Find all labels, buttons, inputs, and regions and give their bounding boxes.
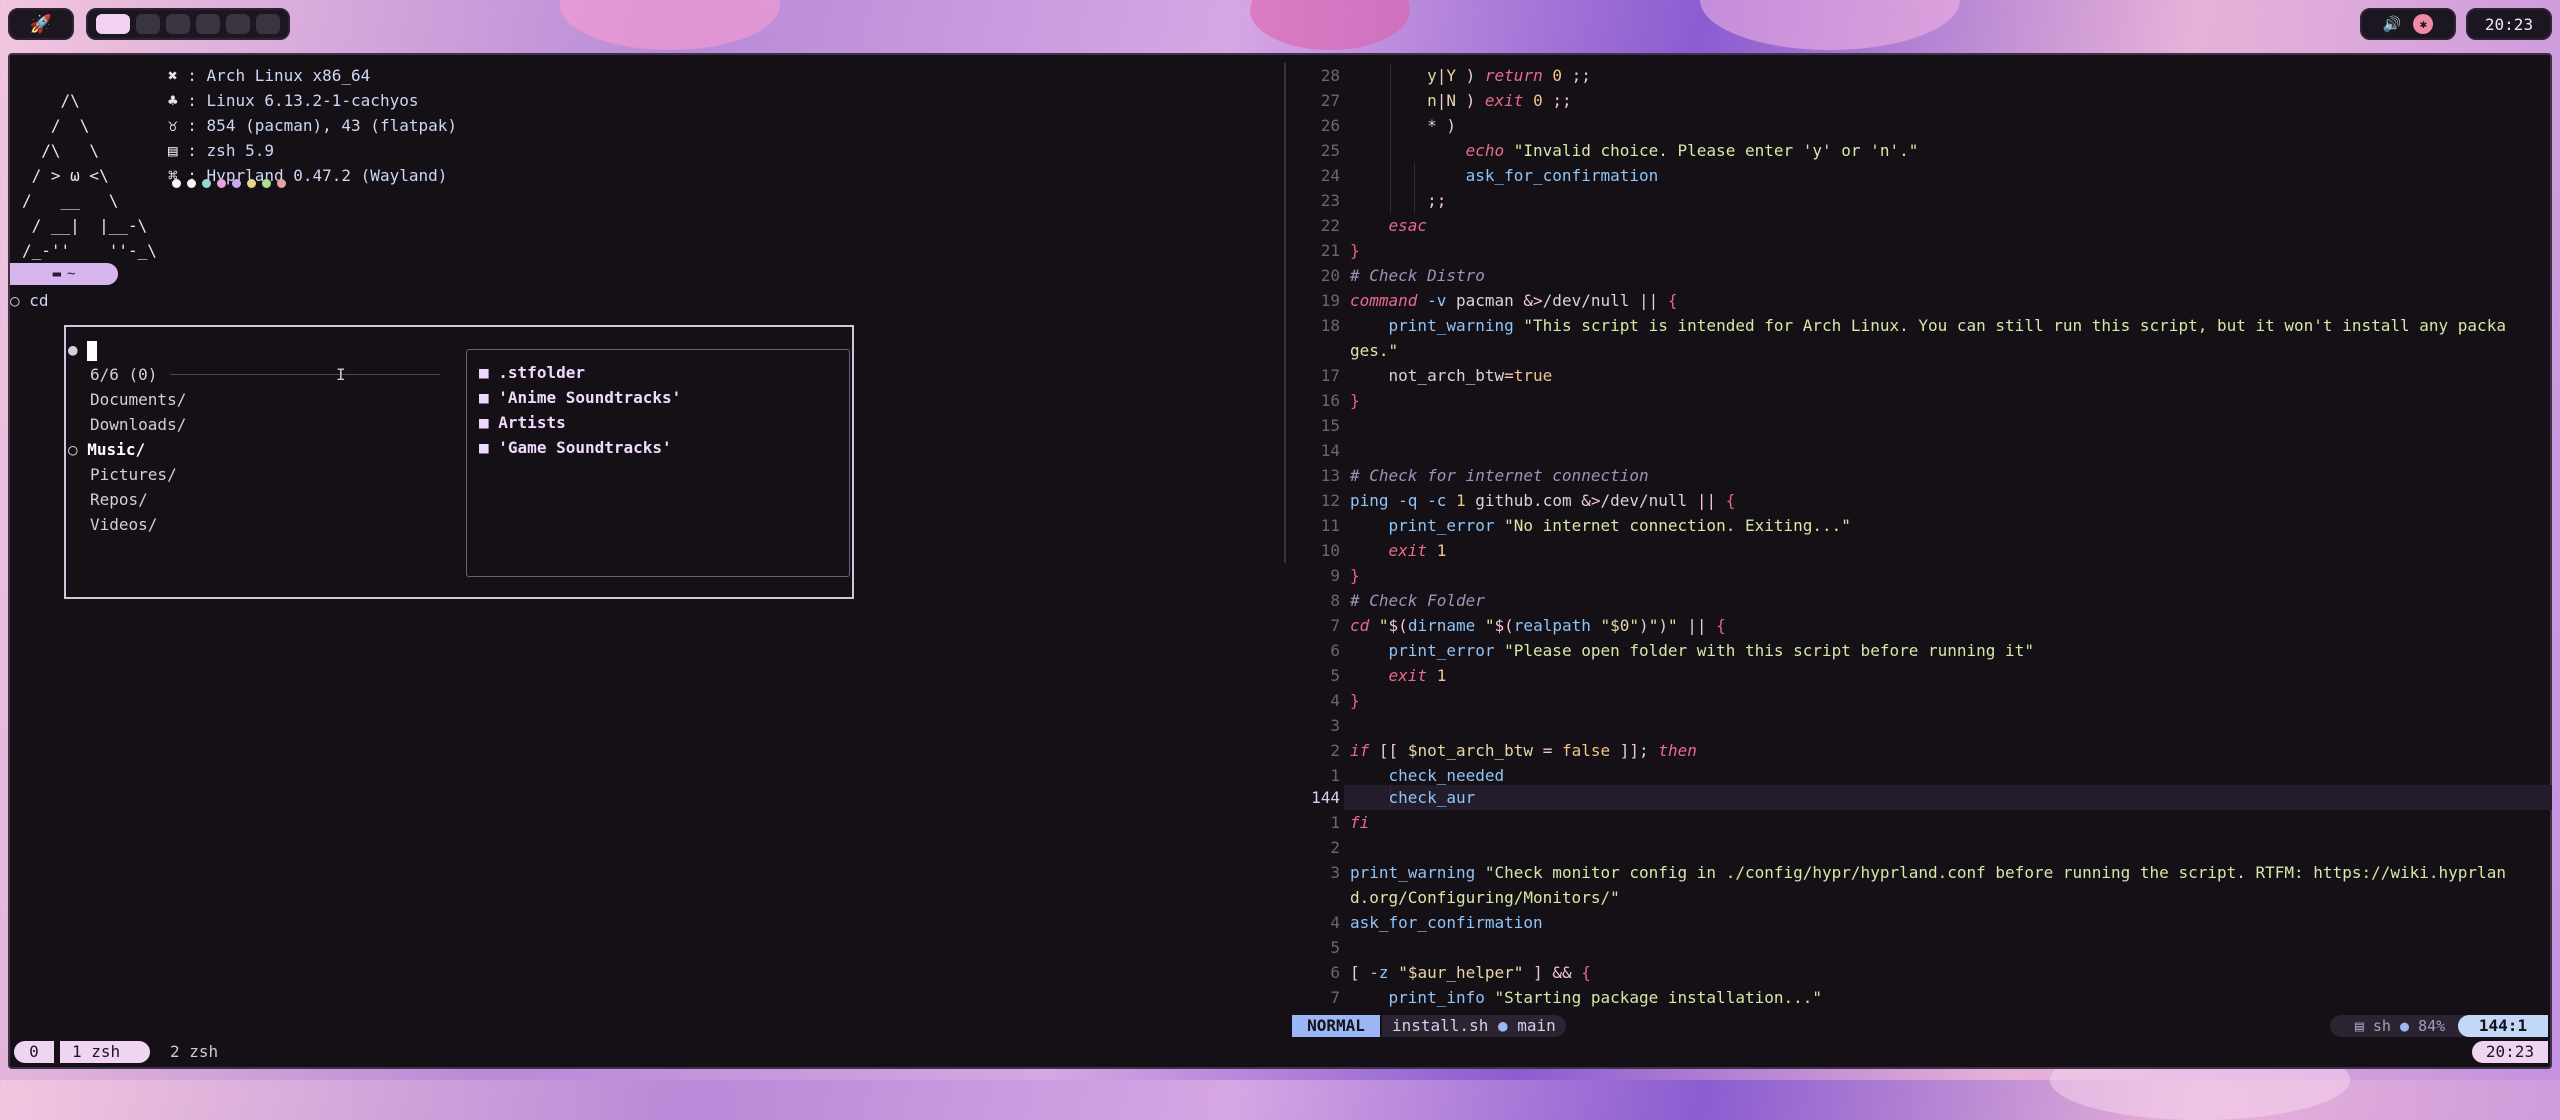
left-pane-zsh[interactable]: /\ / \ /\ \ / > ω <\ / __ \ / __| |__-\ … [10, 55, 1284, 1037]
text-cursor-icon: I [336, 365, 346, 384]
palette-dot [232, 179, 241, 188]
prompt-dir: ▬ ~ [10, 263, 118, 285]
prompt-command: cd [29, 291, 49, 310]
fetch-os: : Arch Linux x86_64 [187, 66, 371, 85]
folder-icon: ▬ [52, 266, 61, 282]
shell-icon: ▤ [168, 141, 178, 160]
workspace-4[interactable] [196, 14, 220, 34]
fzf-item[interactable]: Pictures/ [90, 462, 177, 487]
folder-icon: ■ [479, 388, 489, 407]
folder-icon: ■ [479, 413, 489, 432]
launcher-button[interactable]: 🚀 [8, 8, 74, 40]
palette-dot [172, 179, 181, 188]
cursor-position: 144:1 [2458, 1015, 2548, 1037]
pane-divider[interactable] [1284, 63, 1286, 563]
color-palette [172, 171, 286, 196]
folder-icon: ■ [479, 438, 489, 457]
vim-file-info: install.sh ● main [1382, 1015, 1566, 1037]
workspace-1[interactable] [96, 14, 130, 34]
filename-label: install.sh [1392, 1016, 1489, 1035]
branch-label: main [1517, 1016, 1556, 1035]
fetch-packages: : 854 (pacman), 43 (flatpak) [187, 116, 457, 135]
top-bar: 🚀 🔊 ✱ 20:23 [0, 0, 2560, 48]
preview-item: .stfolder [498, 363, 585, 382]
fzf-item[interactable]: Repos/ [90, 487, 148, 512]
palette-dot [247, 179, 256, 188]
fzf-item[interactable]: Videos/ [90, 512, 157, 537]
tmux-clock: 20:23 [2472, 1041, 2548, 1063]
palette-dot [277, 179, 286, 188]
tmux-window-1[interactable]: 1 zsh [60, 1041, 150, 1063]
palette-dot [202, 179, 211, 188]
workspace-switcher [86, 8, 290, 40]
fzf-query-line[interactable]: ● [68, 337, 98, 362]
tmux-window-2[interactable]: 2 zsh [170, 1041, 218, 1063]
fzf-item-selected[interactable]: ○ Music/ [68, 437, 145, 462]
vim-mode-indicator: NORMAL [1292, 1015, 1380, 1037]
preview-item: 'Anime Soundtracks' [498, 388, 682, 407]
kernel-icon: ♣ [168, 91, 178, 110]
progress-dot-icon: ● [2400, 1017, 2410, 1035]
prompt-line: ○ cd [10, 288, 49, 313]
workspace-6[interactable] [256, 14, 280, 34]
current-line-number: 144 [1311, 788, 1340, 807]
fzf-separator [170, 374, 440, 375]
folder-icon: ■ [479, 363, 489, 382]
workspace-3[interactable] [166, 14, 190, 34]
terminal-window: /\ / \ /\ \ / > ω <\ / __ \ / __| |__-\ … [8, 53, 2552, 1069]
editor-pane[interactable]: 28 27 26 25 24 23 22 21 20 19 18 17 16 15 14 13 12 … [1288, 55, 2552, 1037]
palette-dot [187, 179, 196, 188]
workspace-5[interactable] [226, 14, 250, 34]
fzf-popup[interactable]: ● 6/6 (0) I Documents/ Downloads/ ○ Musi… [64, 325, 854, 599]
volume-icon[interactable]: 🔊 [2383, 15, 2402, 33]
system-tray: 🔊 ✱ [2360, 8, 2456, 40]
text-cursor [87, 340, 98, 361]
fetch-shell: : zsh 5.9 [187, 141, 274, 160]
top-clock[interactable]: 20:23 [2466, 8, 2552, 40]
palette-dot [262, 179, 271, 188]
prompt-icon: ○ [10, 291, 20, 310]
ascii-logo: /\ / \ /\ \ / > ω <\ / __ \ / __| |__-\ … [22, 91, 157, 260]
modified-dot-icon: ● [1497, 1016, 1508, 1035]
palette-dot [217, 179, 226, 188]
packages-icon: ♉ [168, 116, 178, 135]
vim-filetype-info: ▤ sh ● 84% [2330, 1015, 2470, 1037]
preview-item: 'Game Soundtracks' [498, 438, 672, 457]
clock-label: 20:23 [2484, 14, 2534, 34]
fzf-item[interactable]: Documents/ [90, 387, 186, 412]
workspace-2[interactable] [136, 14, 160, 34]
terminal-icon: ▤ [2354, 1017, 2364, 1035]
tmux-session[interactable]: 0 [14, 1041, 54, 1063]
fzf-prompt-icon: ● [68, 340, 78, 359]
tmux-status-bar: NORMAL install.sh ● main ▤ sh ● 84% 144:… [10, 1015, 2550, 1067]
fzf-item[interactable]: Downloads/ [90, 412, 186, 437]
selection-marker-icon: ○ [68, 440, 78, 459]
fzf-preview: ■ .stfolder ■ 'Anime Soundtracks' ■ Arti… [466, 349, 850, 577]
preview-item: Artists [498, 413, 566, 432]
fetch-kernel: : Linux 6.13.2-1-cachyos [187, 91, 419, 110]
fzf-count: 6/6 (0) [90, 365, 158, 384]
notification-icon[interactable]: ✱ [2413, 14, 2434, 34]
arch-icon: ✖ [168, 66, 178, 85]
current-line-highlight [1344, 785, 2552, 810]
rocket-icon: 🚀 [29, 13, 53, 35]
